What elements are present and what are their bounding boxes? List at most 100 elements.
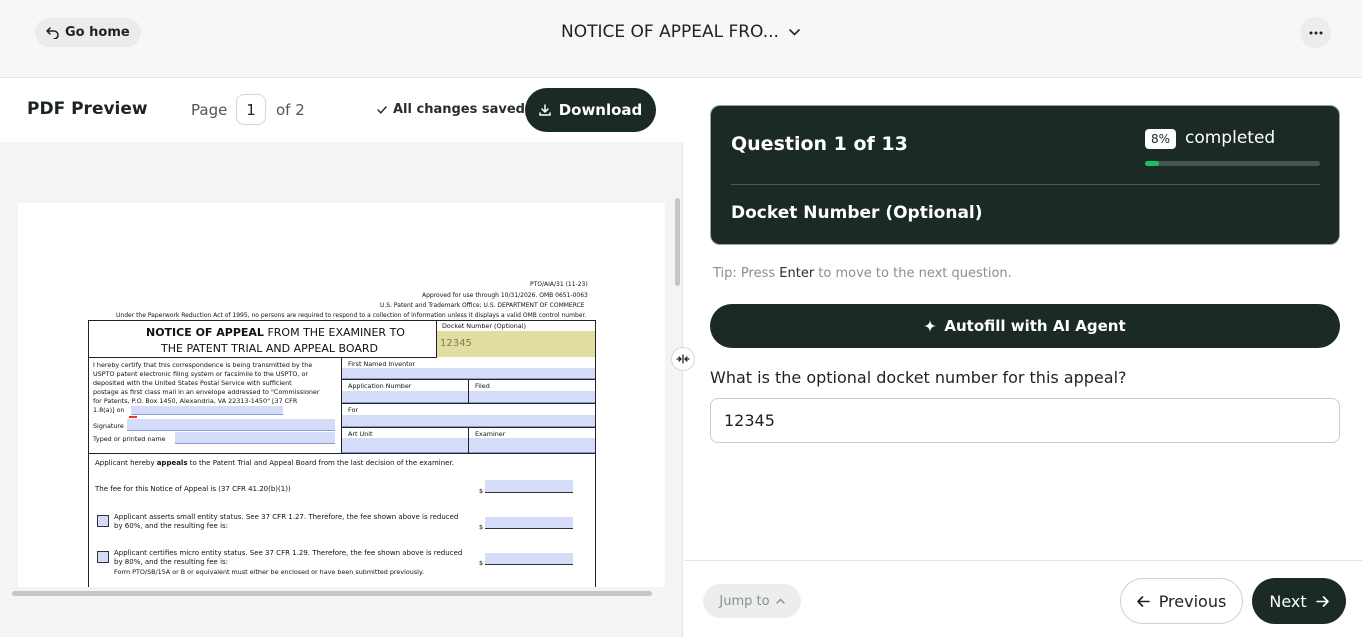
- micro-entity-checkbox[interactable]: [97, 551, 109, 563]
- form-title-line2: THE PATENT TRIAL AND APPEAL BOARD: [161, 342, 378, 355]
- appeal-statement: Applicant hereby appeals to the Patent T…: [95, 459, 454, 467]
- jump-to-label: Jump to: [719, 593, 770, 609]
- autofill-label: Autofill with AI Agent: [944, 317, 1126, 335]
- horizontal-scroll-thumb[interactable]: [12, 591, 652, 596]
- examiner-field[interactable]: [469, 438, 595, 453]
- more-options-button[interactable]: [1300, 17, 1331, 48]
- certification-line: I hereby certify that this correspondenc…: [93, 361, 313, 369]
- filed-field[interactable]: [469, 391, 595, 403]
- application-number-field[interactable]: [342, 391, 468, 403]
- required-marker: [129, 416, 137, 418]
- card-divider: [731, 184, 1320, 185]
- sparkle-icon: [924, 320, 937, 332]
- page-label: Page: [191, 101, 228, 119]
- download-button[interactable]: Download: [525, 88, 656, 132]
- micro-entity-note: Form PTO/SB/15A or B or equivalent must …: [114, 568, 424, 576]
- micro-entity-fee-field[interactable]: [485, 553, 573, 565]
- fee-field[interactable]: [485, 480, 573, 493]
- go-home-label: Go home: [65, 25, 130, 40]
- art-unit-label: Art Unit: [348, 430, 373, 438]
- small-entity-text: by 60%, and the resulting fee is:: [114, 522, 229, 530]
- pdf-preview-panel: PDF Preview Page 1 of 2 All changes save…: [0, 78, 683, 637]
- progress-bar-fill: [1145, 161, 1159, 166]
- vertical-scrollbar[interactable]: [674, 186, 682, 586]
- ellipsis-icon: [1309, 31, 1323, 35]
- chevron-up-icon: [775, 598, 785, 604]
- question-text: What is the optional docket number for t…: [710, 368, 1127, 387]
- form-id: PTO/AIA/31 (11-23): [530, 281, 588, 288]
- completed-label: completed: [1185, 128, 1276, 148]
- dollar-sign: $: [479, 559, 484, 567]
- typed-name-label: Typed or printed name: [93, 435, 166, 443]
- for-field[interactable]: [342, 415, 595, 427]
- office-text: U.S. Patent and Trademark Office; U.S. D…: [380, 302, 585, 309]
- certification-line: postage as first class mail in an envelo…: [93, 388, 320, 396]
- answer-input[interactable]: [710, 398, 1340, 443]
- form-title: NOTICE OF APPEAL FROM THE EXAMINER TO: [146, 326, 405, 339]
- appeal-form: NOTICE OF APPEAL FROM THE EXAMINER TO TH…: [88, 320, 596, 587]
- small-entity-checkbox[interactable]: [97, 515, 109, 527]
- page-number-input[interactable]: 1: [236, 94, 266, 125]
- autofill-ai-button[interactable]: Autofill with AI Agent: [710, 304, 1340, 348]
- preview-title: PDF Preview: [27, 99, 148, 119]
- small-entity-fee-field[interactable]: [485, 517, 573, 529]
- arrow-right-icon: [1315, 595, 1329, 607]
- question-progress-card: Question 1 of 13 8% completed Docket Num…: [710, 105, 1340, 245]
- signature-label: Signature: [93, 422, 124, 430]
- document-title-dropdown[interactable]: NOTICE OF APPEAL FRO...: [561, 19, 800, 45]
- previous-button[interactable]: Previous: [1120, 578, 1243, 624]
- typed-name-field[interactable]: [175, 432, 335, 444]
- micro-entity-text: by 80%, and the resulting fee is:: [114, 558, 229, 566]
- panel-resize-toggle[interactable]: [671, 347, 695, 371]
- certification-line: USPTO patent electronic filing system or…: [93, 370, 309, 378]
- percent-badge: 8%: [1145, 129, 1176, 149]
- certification-line: deposited with the United States Postal …: [93, 379, 292, 387]
- enter-key-label: Enter: [779, 266, 815, 281]
- save-status: All changes saved: [377, 102, 525, 117]
- next-button[interactable]: Next: [1252, 578, 1346, 624]
- arrow-left-icon: [1136, 595, 1150, 607]
- previous-label: Previous: [1158, 591, 1227, 611]
- check-icon: [377, 105, 387, 114]
- dollar-sign: $: [479, 523, 484, 531]
- download-icon: [538, 104, 551, 116]
- first-inventor-label: First Named Inventor: [348, 360, 416, 368]
- document-title: NOTICE OF APPEAL FRO...: [561, 22, 779, 42]
- download-label: Download: [558, 101, 643, 119]
- return-arrow-icon: [46, 26, 59, 39]
- vertical-scroll-thumb[interactable]: [675, 198, 680, 286]
- pdf-page: PTO/AIA/31 (11-23) Approved for use thro…: [18, 203, 665, 587]
- docket-number-value: 12345: [440, 338, 472, 349]
- art-unit-field[interactable]: [342, 438, 468, 453]
- paperwork-text: Under the Paperwork Reduction Act of 199…: [116, 312, 587, 319]
- preview-toolbar: PDF Preview Page 1 of 2 All changes save…: [0, 78, 683, 142]
- micro-entity-text: Applicant certifies micro entity status.…: [114, 549, 463, 557]
- next-label: Next: [1269, 591, 1307, 611]
- certification-line: for Patents, P.O. Box 1450, Alexandria, …: [93, 397, 298, 405]
- field-title: Docket Number (Optional): [731, 203, 983, 223]
- chevron-down-icon: [789, 28, 800, 36]
- examiner-label: Examiner: [475, 430, 506, 438]
- application-number-label: Application Number: [348, 382, 412, 390]
- collapse-arrows-icon: [676, 354, 690, 364]
- fee-line: The fee for this Notice of Appeal is (37…: [95, 485, 291, 493]
- horizontal-scrollbar[interactable]: [4, 589, 668, 597]
- progress-bar: [1145, 161, 1320, 166]
- top-bar: Go home NOTICE OF APPEAL FRO...: [0, 0, 1362, 78]
- filed-label: Filed: [475, 382, 490, 390]
- jump-to-button[interactable]: Jump to: [703, 584, 801, 618]
- first-inventor-field[interactable]: [342, 368, 595, 379]
- approval-text: Approved for use through 10/31/2026. OMB…: [422, 292, 588, 299]
- docket-label: Docket Number (Optional): [442, 322, 526, 330]
- certification-date-field[interactable]: [131, 406, 283, 415]
- keyboard-tip: Tip: Press Enter to move to the next que…: [713, 266, 1012, 281]
- certification-line: 1.8(a)] on: [93, 406, 125, 414]
- save-status-label: All changes saved: [393, 102, 525, 117]
- small-entity-text: Applicant asserts small entity status. S…: [114, 513, 459, 521]
- page-total-label: of 2: [276, 101, 305, 119]
- question-counter: Question 1 of 13: [731, 133, 908, 155]
- dollar-sign: $: [479, 487, 484, 495]
- go-home-button[interactable]: Go home: [35, 18, 141, 47]
- for-label: For: [348, 406, 358, 414]
- signature-field[interactable]: [127, 419, 335, 431]
